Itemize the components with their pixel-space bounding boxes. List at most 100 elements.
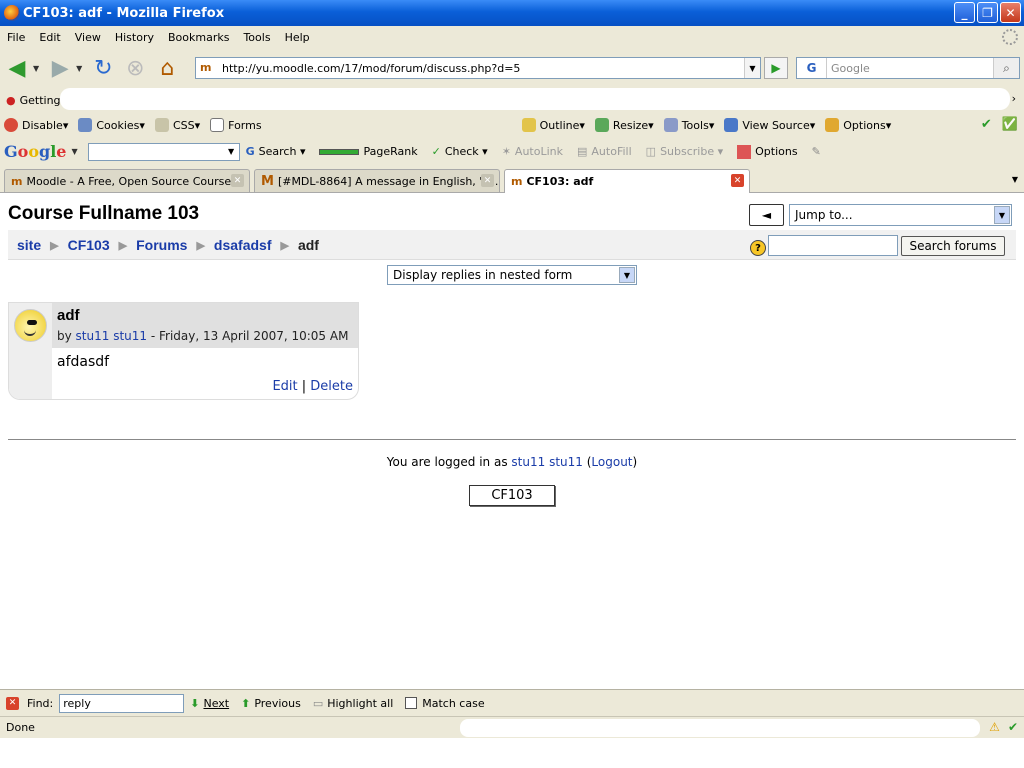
- webdev-cookies[interactable]: Cookies ▾: [78, 118, 145, 132]
- reload-icon[interactable]: ↻: [88, 53, 118, 83]
- cookies-icon: [78, 118, 93, 132]
- google-autofill[interactable]: ▤ AutoFill: [577, 145, 632, 158]
- checkbox-icon: [405, 697, 418, 709]
- minimize-button[interactable]: _: [954, 2, 975, 23]
- highlight-all-button[interactable]: ▭ Highlight all: [313, 697, 393, 710]
- google-history-dropdown-icon[interactable]: ▼: [224, 144, 239, 160]
- back-arrow-icon[interactable]: ◀: [2, 53, 32, 83]
- menu-file[interactable]: File: [0, 31, 32, 44]
- webdev-css[interactable]: CSS ▾: [154, 118, 200, 132]
- webdev-disable[interactable]: Disable ▾: [4, 118, 68, 132]
- match-case-checkbox[interactable]: Match case: [405, 697, 485, 710]
- find-previous-button[interactable]: ⬆ Previous: [241, 697, 301, 710]
- post-author-link[interactable]: stu11 stu11: [76, 329, 147, 343]
- breadcrumb-forum[interactable]: dsafadsf: [214, 237, 272, 253]
- google-autolink[interactable]: ✶ AutoLink: [502, 145, 563, 158]
- google-search-button[interactable]: G Search ▾: [246, 145, 306, 158]
- display-mode-select[interactable]: Display replies in nested form ▼: [387, 265, 637, 285]
- maximize-button[interactable]: ❐: [977, 2, 998, 23]
- forward-dropdown-icon[interactable]: ▼: [76, 64, 82, 73]
- user-profile-link[interactable]: stu11 stu11: [511, 455, 582, 469]
- google-search-input[interactable]: ▼: [87, 142, 240, 161]
- avatar[interactable]: [14, 309, 47, 342]
- url-bar[interactable]: m http://yu.moodle.com/17/mod/forum/disc…: [195, 57, 761, 79]
- find-value: reply: [63, 696, 91, 710]
- status-bar: Done ⚠ ✔: [0, 716, 1024, 738]
- search-magnifier-icon[interactable]: ⌕: [993, 58, 1019, 78]
- tab-close-icon[interactable]: ✕: [731, 174, 744, 187]
- tab-mdl-8864[interactable]: M [#MDL-8864] A message in English, "S..…: [254, 169, 500, 192]
- find-input[interactable]: reply: [59, 693, 185, 713]
- post-subject: adf: [57, 307, 80, 324]
- menu-bookmarks[interactable]: Bookmarks: [161, 31, 236, 44]
- back-dropdown-icon[interactable]: ▼: [33, 64, 39, 73]
- menu-view[interactable]: View: [68, 31, 108, 44]
- find-label: Find:: [27, 696, 54, 710]
- menu-help[interactable]: Help: [278, 31, 317, 44]
- tools-icon: [663, 118, 678, 132]
- jump-back-button[interactable]: ◄: [749, 204, 784, 226]
- breadcrumb-course[interactable]: CF103: [68, 237, 110, 253]
- tab-list-dropdown-icon[interactable]: ▼: [1012, 175, 1018, 184]
- post-by-prefix: by: [57, 329, 72, 343]
- webdev-view-source[interactable]: View Source ▾: [724, 118, 815, 132]
- moodle-favicon-icon: m: [511, 175, 523, 188]
- url-text: http://yu.moodle.com/17/mod/forum/discus…: [222, 61, 521, 75]
- webdev-forms[interactable]: Forms: [210, 118, 262, 132]
- close-find-icon[interactable]: ✕: [6, 696, 19, 710]
- webdev-tools[interactable]: Tools ▾: [663, 118, 714, 132]
- page-title: Course Fullname 103: [8, 203, 200, 224]
- forward-arrow-icon[interactable]: ▶: [45, 53, 75, 83]
- tab-close-icon[interactable]: ✕: [231, 174, 244, 187]
- title-bar: CF103: adf - Mozilla Firefox _ ❐ ✕: [0, 0, 1024, 26]
- google-menu-dropdown-icon[interactable]: ▼: [71, 147, 77, 156]
- key-icon: [825, 118, 840, 132]
- webdev-options[interactable]: Options ▾: [825, 118, 891, 132]
- go-button[interactable]: ▶: [764, 57, 788, 79]
- menu-edit[interactable]: Edit: [32, 31, 67, 44]
- home-icon[interactable]: ⌂: [152, 53, 182, 83]
- url-history-dropdown-icon[interactable]: ▼: [744, 58, 760, 78]
- warning-icon[interactable]: ⚠: [989, 720, 1000, 734]
- bookmarks-overflow-icon[interactable]: ›: [1012, 92, 1016, 105]
- help-icon[interactable]: ?: [750, 240, 766, 256]
- edit-link[interactable]: Edit: [272, 379, 297, 394]
- tab-close-icon[interactable]: ✕: [481, 174, 494, 187]
- breadcrumb-site[interactable]: site: [17, 237, 41, 253]
- logout-link[interactable]: Logout: [591, 455, 632, 469]
- course-home-button[interactable]: CF103: [469, 485, 555, 506]
- google-check[interactable]: ✓ Check ▾: [432, 145, 488, 158]
- obscured-area: [460, 719, 980, 737]
- find-next-button[interactable]: ⬇ Next: [190, 697, 229, 710]
- close-window-button[interactable]: ✕: [1000, 2, 1021, 23]
- bookmark-item[interactable]: Getting: [20, 94, 61, 107]
- jump-to-select[interactable]: Jump to... ▼: [789, 204, 1012, 226]
- google-options[interactable]: Options: [737, 144, 798, 159]
- google-pagerank[interactable]: PageRank: [319, 145, 418, 158]
- menu-history[interactable]: History: [108, 31, 161, 44]
- search-box[interactable]: G Google ⌕: [796, 57, 1020, 79]
- arrow-down-icon: ⬇: [190, 696, 200, 710]
- menu-tools[interactable]: Tools: [236, 31, 277, 44]
- delete-link[interactable]: Delete: [310, 379, 353, 394]
- login-info: You are logged in as stu11 stu11 (Logout…: [0, 455, 1024, 469]
- forum-post: adf by stu11 stu11 - Friday, 13 April 20…: [8, 302, 359, 400]
- webdev-resize[interactable]: Resize ▾: [594, 118, 654, 132]
- google-logo[interactable]: Google: [4, 142, 66, 161]
- webdev-outline[interactable]: Outline ▾: [521, 118, 585, 132]
- status-ok-icon[interactable]: ✔: [1008, 720, 1018, 734]
- search-forums-button[interactable]: Search forums: [901, 236, 1005, 256]
- search-engine-icon[interactable]: G: [797, 58, 827, 78]
- breadcrumb-forums[interactable]: Forums: [136, 237, 187, 253]
- stop-icon[interactable]: ⊗: [120, 53, 150, 83]
- forum-search-input[interactable]: [768, 235, 898, 256]
- highlighter-icon[interactable]: ✎: [812, 145, 821, 158]
- throbber-icon: [1002, 29, 1018, 45]
- navbar-strip: site ▶ CF103 ▶ Forums ▶ dsafadsf ▶ adf ?…: [8, 230, 1016, 260]
- google-subscribe[interactable]: ◫ Subscribe ▾: [646, 145, 723, 158]
- tab-moodle[interactable]: m Moodle - A Free, Open Source Course...…: [4, 169, 250, 192]
- menu-bar: File Edit View History Bookmarks Tools H…: [0, 26, 1024, 48]
- post-body: afdasdf: [57, 354, 110, 370]
- tab-cf103[interactable]: m CF103: adf ✕: [504, 169, 750, 193]
- desktop-background: [0, 738, 1024, 768]
